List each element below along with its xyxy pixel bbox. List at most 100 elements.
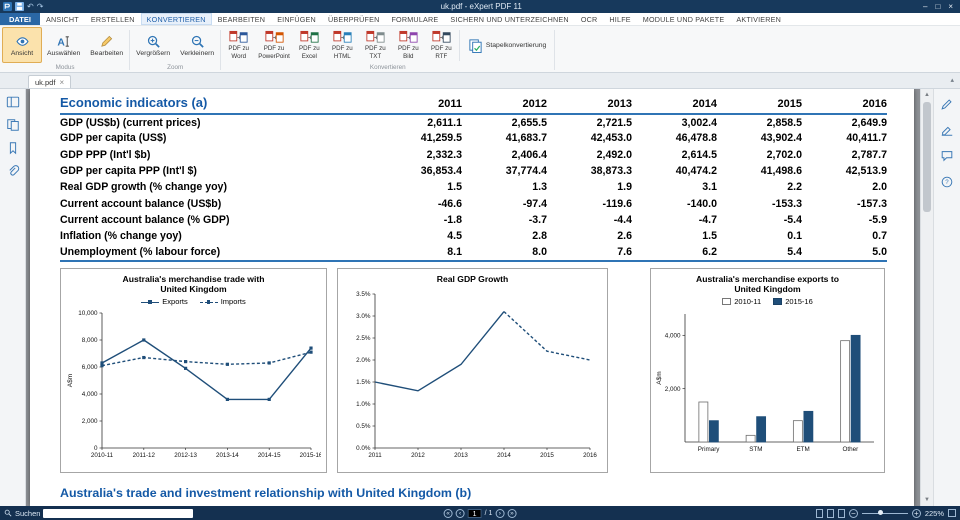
indicator-value: -5.9 [802,212,887,228]
pdf-to-image-button[interactable]: PDF zuBild [392,27,425,63]
zoom-level[interactable]: 225% [925,509,944,518]
group-label: Konvertieren [222,63,553,72]
menu-tab-hilfe[interactable]: HILFE [603,13,636,25]
two-page-view-icon[interactable] [827,509,834,518]
exports-line-sample [141,302,159,303]
zoom-slider[interactable] [862,513,908,514]
indicator-value: 8.0 [462,244,547,260]
batch-conversion-icon [468,38,483,53]
zoom-out-button[interactable]: Verkleinern [175,27,219,63]
group-label: Zoom [131,63,219,72]
svg-text:2013-14: 2013-14 [216,452,239,459]
menu-tab-bearbeiten[interactable]: BEARBEITEN [212,13,272,25]
last-page-button[interactable]: » [507,509,516,518]
file-menu-button[interactable]: DATEI [0,13,40,25]
continuous-view-icon[interactable] [838,509,845,518]
pdf-to-txt-button[interactable]: PDF zuTXT [359,27,392,63]
group-separator [220,30,221,70]
undo-icon[interactable]: ↶ [27,0,34,13]
menu-tab-erstellen[interactable]: ERSTELLEN [85,13,141,25]
table-row: Unemployment (% labour force)8.18.07.66.… [60,244,887,260]
menu-tab-einfügen[interactable]: EINFÜGEN [271,13,322,25]
group-label: Modus [2,63,128,72]
indicator-value: 41,683.7 [462,130,547,146]
panels-icon[interactable] [6,95,20,109]
collapse-ribbon-icon[interactable]: ▴ [950,76,954,84]
pdf-to-rtf-button[interactable]: PDF zuRTF [425,27,458,63]
menu-tab-module-und-pakete[interactable]: MODULE UND PAKETE [637,13,731,25]
page-thumbnails-icon[interactable] [6,118,20,132]
close-tab-icon[interactable]: × [59,78,64,87]
view-mode-button[interactable]: Ansicht [2,27,42,63]
indicator-value: -5.4 [717,212,802,228]
annotate-pen-icon[interactable] [940,97,954,111]
zoom-out-button[interactable]: − [849,509,858,518]
previous-page-button[interactable]: ‹ [456,509,465,518]
help-icon[interactable]: ? [940,175,954,189]
save-icon[interactable] [15,2,24,11]
indicator-value: 42,453.0 [547,130,632,146]
indicator-value: 2,858.5 [717,114,802,130]
menu-tab-ocr[interactable]: OCR [575,13,604,25]
minimize-button[interactable]: – [919,0,931,13]
select-text-button[interactable]: A Auswählen [42,27,85,63]
pdf-to-excel-button[interactable]: PDF zuExcel [293,27,326,63]
batch-conversion-button[interactable]: Stapelkonvertierung [461,27,553,63]
pdf-to-excel-icon [300,30,319,44]
document-tab-uk-pdf[interactable]: uk.pdf × [28,75,71,88]
pdf-to-html-button[interactable]: PDF zuHTML [326,27,359,63]
edit-icon [99,34,114,49]
button-label: Auswählen [47,50,80,57]
button-label: Vergrößern [136,50,170,57]
highlighter-icon[interactable] [940,123,954,137]
zoom-in-button[interactable]: + [912,509,921,518]
merchandise-exports-bar-chart: 2,0004,000A$mPrimarySTMETMOther [655,308,880,458]
menu-tab-ansicht[interactable]: ANSICHT [40,13,85,25]
select-text-icon: A [56,34,71,49]
zoom-slider-thumb[interactable] [878,510,883,515]
menu-tab-überprüfen[interactable]: ÜBERPRÜFEN [322,13,386,25]
svg-text:2,000: 2,000 [665,386,681,393]
indicator-value: -119.6 [547,195,632,211]
fullscreen-icon[interactable] [948,509,956,517]
menu-tab-sichern-und-unterzeichnen[interactable]: SICHERN UND UNTERZEICHNEN [444,13,574,25]
button-label: Ansicht [11,50,33,57]
scroll-down-arrow[interactable]: ▼ [921,494,933,506]
svg-text:1.0%: 1.0% [356,401,371,408]
zoom-in-button[interactable]: Vergrößern [131,27,175,63]
current-page-indicator[interactable]: 1 [468,509,482,518]
menu-tab-aktivieren[interactable]: AKTIVIEREN [730,13,787,25]
first-page-button[interactable]: « [444,509,453,518]
redo-icon[interactable]: ↷ [37,0,44,13]
indicator-label: GDP (US$b) (current prices) [60,114,377,130]
single-page-view-icon[interactable] [816,509,823,518]
pdf-to-powerpoint-button[interactable]: PDF zuPowerPoint [255,27,293,63]
button-label-line1: PDF zu [398,45,419,52]
close-button[interactable]: × [944,0,957,13]
indicator-value: -4.7 [632,212,717,228]
scroll-up-arrow[interactable]: ▲ [921,89,933,101]
vertical-scrollbar[interactable]: ▲ ▼ [920,89,933,506]
attachments-icon[interactable] [6,164,20,178]
document-tab-label: uk.pdf [35,78,55,87]
menu-tab-formulare[interactable]: FORMULARE [385,13,444,25]
button-label-line1: PDF zu [228,45,249,52]
chart-legend: 2010-11 2015-16 [651,297,884,306]
bookmarks-icon[interactable] [6,141,20,155]
comments-icon[interactable] [940,149,954,163]
zoom-controls: − + 225% [816,509,956,518]
edit-button[interactable]: Bearbeiten [85,27,128,63]
ribbon-toolbar: Ansicht A Auswählen Bearbeiten Modus Ver… [0,26,960,73]
svg-text:STM: STM [749,446,762,453]
menu-tab-konvertieren[interactable]: KONVERTIEREN [141,13,212,25]
next-page-button[interactable]: › [495,509,504,518]
pdf-to-word-button[interactable]: PDF zuWord [222,27,255,63]
search-icon [4,509,12,517]
maximize-button[interactable]: □ [931,0,944,13]
search-input[interactable] [43,509,193,518]
svg-text:4,000: 4,000 [665,333,681,340]
economic-table-head-row: Economic indicators (a) 2011201220132014… [60,95,887,114]
legend-label: Imports [221,297,246,306]
imports-line-sample [200,302,218,303]
scrollbar-thumb[interactable] [923,102,931,212]
